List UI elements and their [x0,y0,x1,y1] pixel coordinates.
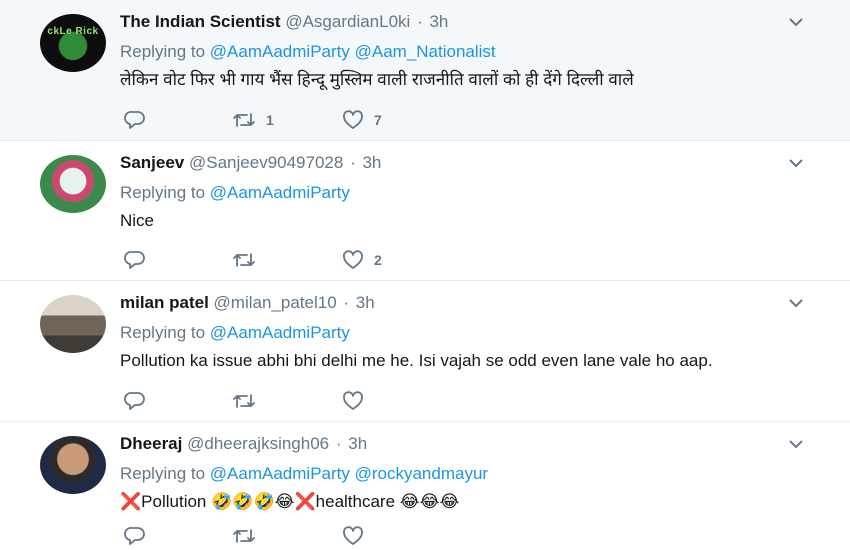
tweet-text: Nice [120,211,155,230]
text-word: Pollution [141,492,212,511]
retweet-icon [232,110,256,130]
avatar[interactable] [40,295,106,353]
separator-dot: · [350,153,356,172]
mention-link[interactable]: @AamAadmiParty [210,183,350,202]
heart-icon [342,110,364,130]
cross-mark-emoji: ❌ [120,492,142,512]
replying-label: Replying to [120,323,206,342]
retweet-button[interactable]: 1 [232,110,342,130]
chevron-down-icon[interactable] [788,157,804,169]
retweet-icon [232,391,256,411]
tweet-time[interactable]: 3h [362,153,381,172]
tweet-header: Sanjeev @Sanjeev90497028 · 3h [120,152,381,174]
text-word: healthcare [315,492,400,511]
mention-link[interactable]: @rockyandmayur [355,464,488,483]
retweet-button[interactable] [232,526,342,546]
tweet-header: Dheeraj @dheerajksingh06 · 3h [120,433,367,455]
replying-to: Replying to @AamAadmiParty [120,322,350,344]
heart-icon [342,391,364,411]
retweet-count: 1 [266,112,274,128]
mention-link[interactable]: @Aam_Nationalist [355,42,496,61]
user-name[interactable]: milan patel [120,293,209,312]
retweet-button[interactable] [232,250,342,270]
retweet-icon [232,250,256,270]
heart-icon [342,250,364,270]
replying-to: Replying to @AamAadmiParty @rockyandmayu… [120,463,488,485]
user-handle[interactable]: @dheerajksingh06 [187,434,329,453]
replying-label: Replying to [120,183,206,202]
reply-button[interactable] [124,526,232,546]
user-handle[interactable]: @milan_patel10 [214,293,337,312]
cross-mark-emoji: ❌ [294,492,316,512]
like-count: 2 [374,252,382,268]
chevron-down-icon[interactable] [788,297,804,309]
separator-dot: · [335,434,342,453]
tweet-text: लेकिन वोट फिर भी गाय भैंस हिन्दू मुस्लिम… [120,70,634,89]
avatar[interactable] [40,155,106,213]
user-handle[interactable]: @Sanjeev90497028 [189,153,343,172]
like-button[interactable] [342,391,422,411]
tweet[interactable]: Sanjeev @Sanjeev90497028 · 3h Replying t… [0,141,850,281]
reply-button[interactable] [124,250,232,270]
replying-to: Replying to @AamAadmiParty @Aam_National… [120,41,496,63]
tweet-actions [124,391,422,411]
user-name[interactable]: The Indian Scientist [120,12,281,31]
reply-icon [124,250,146,270]
replying-label: Replying to [120,42,206,61]
separator-dot: · [417,12,423,31]
like-count: 7 [374,112,382,128]
tweet-header: The Indian Scientist @AsgardianL0ki · 3h [120,11,448,33]
mention-link[interactable]: @AamAadmiParty [210,464,350,483]
avatar[interactable]: ckLe Rick [40,14,106,72]
tweet-header: milan patel @milan_patel10 · 3h [120,292,375,314]
tweet-actions: 2 [124,250,422,270]
like-button[interactable]: 2 [342,250,422,270]
like-button[interactable]: 7 [342,110,422,130]
tweet-text: ❌Pollution 🤣🤣🤣😂❌healthcare 😂😂😂 [120,491,459,513]
reply-button[interactable] [124,110,232,130]
user-name[interactable]: Sanjeev [120,153,184,172]
reply-button[interactable] [124,391,232,411]
mention-link[interactable]: @AamAadmiParty [210,323,350,342]
tweet-actions: 1 7 [124,110,422,130]
reply-icon [124,110,146,130]
avatar-logo-text: ckLe Rick [47,26,99,37]
retweet-button[interactable] [232,391,342,411]
tweet-actions [124,526,422,546]
tweet-time[interactable]: 3h [356,293,375,312]
chevron-down-icon[interactable] [788,16,804,28]
user-name[interactable]: Dheeraj [120,434,182,453]
avatar[interactable] [40,436,106,494]
replying-to: Replying to @AamAadmiParty [120,182,350,204]
reply-icon [124,526,146,546]
laughing-emoji: 😂😂😂 [399,492,460,512]
separator-dot: · [343,293,350,312]
tweet[interactable]: ckLe Rick The Indian Scientist @Asgardia… [0,0,850,141]
reply-icon [124,391,146,411]
heart-icon [342,526,364,546]
chevron-down-icon[interactable] [788,438,804,450]
tweet[interactable]: Dheeraj @dheerajksingh06 · 3h Replying t… [0,422,850,550]
like-button[interactable] [342,526,422,546]
replying-label: Replying to [120,464,206,483]
tweet[interactable]: milan patel @milan_patel10 · 3h Replying… [0,281,850,422]
laughing-emoji: 🤣🤣🤣😂 [211,492,295,512]
tweet-time[interactable]: 3h [348,434,367,453]
user-handle[interactable]: @AsgardianL0ki [285,12,410,31]
retweet-icon [232,526,256,546]
mention-link[interactable]: @AamAadmiParty [210,42,350,61]
tweet-text: Pollution ka issue abhi bhi delhi me he.… [120,351,713,370]
tweet-time[interactable]: 3h [429,12,448,31]
